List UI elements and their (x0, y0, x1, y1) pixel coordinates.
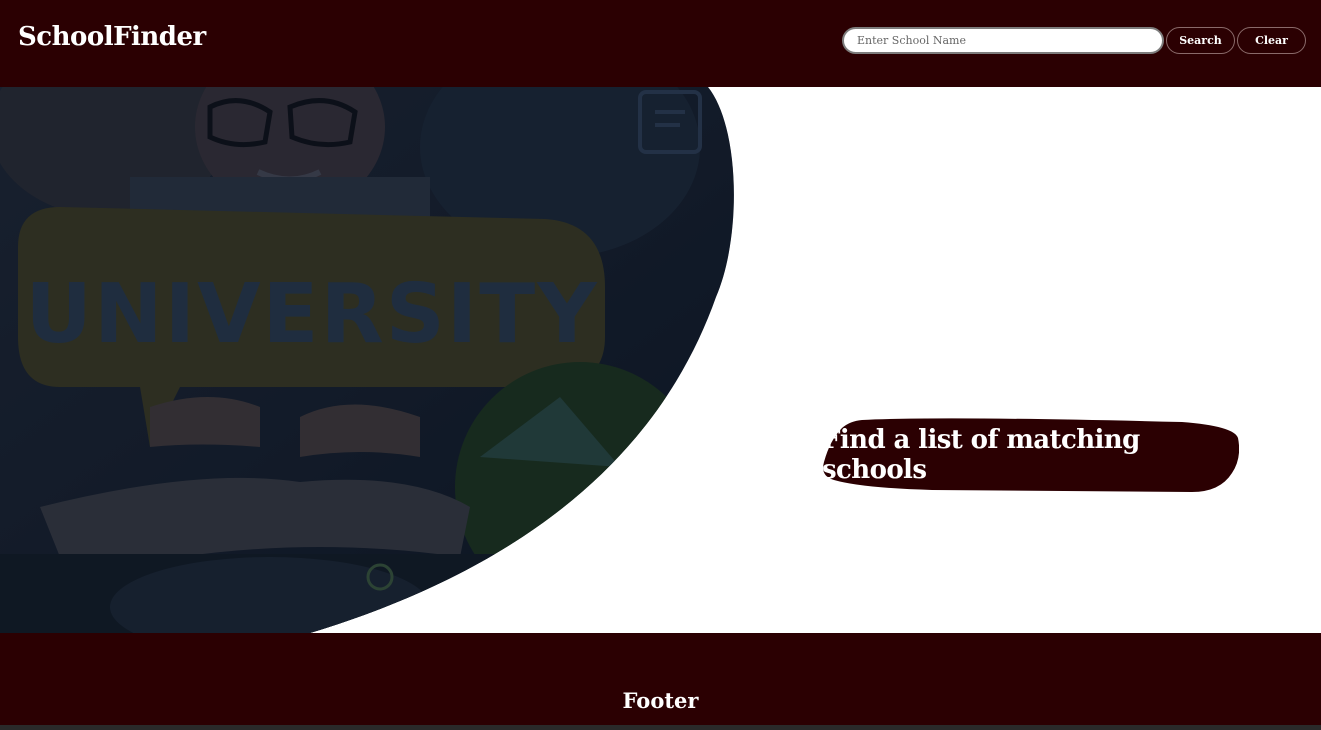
school-search-input[interactable] (842, 27, 1164, 54)
search-button[interactable]: Search (1166, 27, 1235, 54)
clear-button[interactable]: Clear (1237, 27, 1306, 54)
hero-image: UNIVERSITY (0, 87, 734, 633)
bottom-divider (0, 725, 1321, 730)
footer: Footer (0, 633, 1321, 725)
cta-label: Find a list of matching schools (822, 425, 1140, 485)
brand-logo[interactable]: SchoolFinder (18, 22, 206, 52)
top-navbar: SchoolFinder Search Clear (0, 0, 1321, 87)
find-schools-button[interactable]: Find a list of matching schools (822, 418, 1239, 492)
hero-section: UNIVERSITY Find a list of matching schoo… (0, 87, 1321, 633)
footer-label: Footer (622, 688, 699, 713)
